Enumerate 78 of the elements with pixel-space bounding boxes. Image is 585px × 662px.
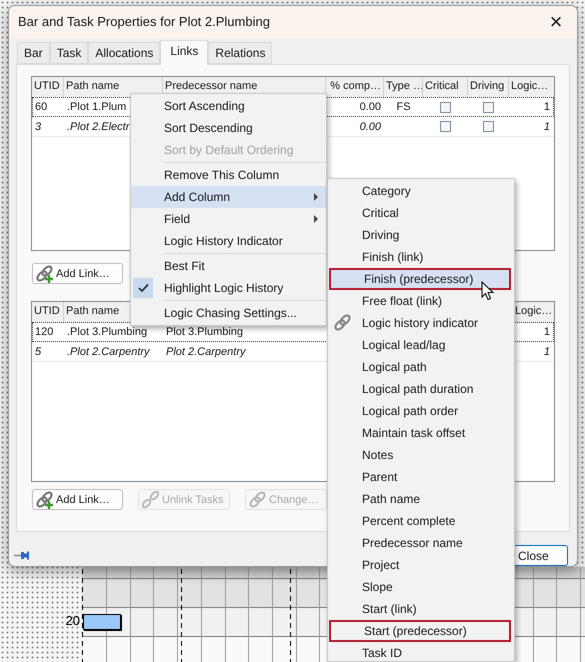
tab[interactable]: Allocations [88,42,160,64]
column-header[interactable]: Driving [468,77,509,98]
menu-item[interactable]: Slope [329,576,511,598]
menu-item[interactable]: Add Column [131,186,326,208]
window-title: Bar and Task Properties for Plot 2.Plumbing [18,13,270,32]
table-cell-text: Plot 3.Plumbing [165,325,244,340]
close-button[interactable]: Close [515,545,568,566]
link-button[interactable]: Add Link… [32,263,123,284]
table-cell-text: 1 [542,120,551,135]
tab[interactable]: Task [50,42,88,64]
menu-item[interactable]: Start (predecessor) [329,620,511,642]
tab[interactable]: Bar [17,42,50,64]
menu-item[interactable]: Path name [329,488,511,510]
menu-item[interactable]: Logic history indicator [329,312,511,334]
table-cell-text: 1 [542,344,551,360]
table-cell-text: .Plot 2.Carpentry [66,344,151,360]
table-cell-text: 1 [542,100,551,116]
menu-item[interactable]: Remove This Column [131,164,326,186]
menu-item[interactable]: Category [329,180,511,202]
task-bar [83,614,121,630]
menu-item[interactable]: Project [329,554,511,576]
menu-item[interactable]: Start (link) [329,598,511,620]
menu-item[interactable]: Predecessor name [329,532,511,554]
column-header[interactable]: % comp… [326,77,384,98]
menu-item[interactable]: Field [131,208,326,230]
submenu-arrow-icon [314,193,318,201]
menu-item[interactable]: Percent complete [329,510,511,532]
pointer-cursor-icon [481,281,495,301]
table-cell-text: Plot 2.Carpentry [165,344,247,360]
row-number: 20 [66,613,80,629]
checkbox[interactable] [483,121,494,132]
link-button[interactable]: Add Link… [32,489,123,510]
column-header[interactable]: UTID [32,77,64,98]
table-cell-text: 60 [34,100,48,116]
menu-item[interactable]: Logic History Indicator [131,230,326,252]
tab[interactable]: Relations [208,42,272,64]
table-cell-text: 0.00 [358,100,382,116]
menu-item[interactable]: Best Fit [131,255,326,277]
table-cell-text: .Plot 3.Plumbing [66,325,148,340]
table-cell-text: .Plot 1.Plum [66,100,128,116]
menu-item[interactable]: Driving [329,224,511,246]
column-header[interactable]: Path name [64,77,163,98]
table-cell-text: 120 [34,325,54,340]
menu-item[interactable]: Task ID [329,642,511,661]
checkbox[interactable] [440,121,451,132]
checkbox[interactable] [440,102,451,113]
table-cell-text: FS [395,100,412,116]
close-button[interactable]: × [541,10,571,34]
table-cell-text: 1 [542,325,551,340]
menu-item[interactable]: Logical path order [329,400,511,422]
submenu-arrow-icon [314,215,318,223]
chain-icon [249,490,267,509]
menu-item[interactable]: Logical path duration [329,378,511,400]
checkmark-icon [133,278,153,298]
menu-item[interactable]: Sort Ascending [131,95,326,117]
table-cell-text: 0.00 [358,120,382,135]
menu-item[interactable]: Notes [329,444,511,466]
tab[interactable]: Links [160,40,208,66]
table-cell-text: 3 [34,120,42,135]
column-header[interactable]: UTID [32,302,64,322]
broken-chain-icon [142,490,160,509]
menu-item[interactable]: Finish (link) [329,246,511,268]
pin-icon [14,550,30,561]
menu-item[interactable]: Critical [329,202,511,224]
menu-item[interactable]: Finish (predecessor) [329,268,511,290]
table-cell-text: 5 [34,344,42,360]
column-header[interactable]: Logic… [509,77,554,98]
menu-item[interactable]: Parent [329,466,511,488]
menu-item[interactable]: Sort Descending [131,117,326,139]
checkbox[interactable] [483,102,494,113]
menu-item[interactable]: Highlight Logic History [131,277,326,299]
add-link-icon [36,490,54,509]
column-header[interactable]: Critical [423,77,468,98]
chain-icon [334,314,352,332]
menu-item[interactable]: Maintain task offset [329,422,511,444]
table-cell-text: .Plot 2.Electr [66,120,131,135]
menu-item[interactable]: Free float (link) [329,290,511,312]
add-link-icon [36,264,54,283]
